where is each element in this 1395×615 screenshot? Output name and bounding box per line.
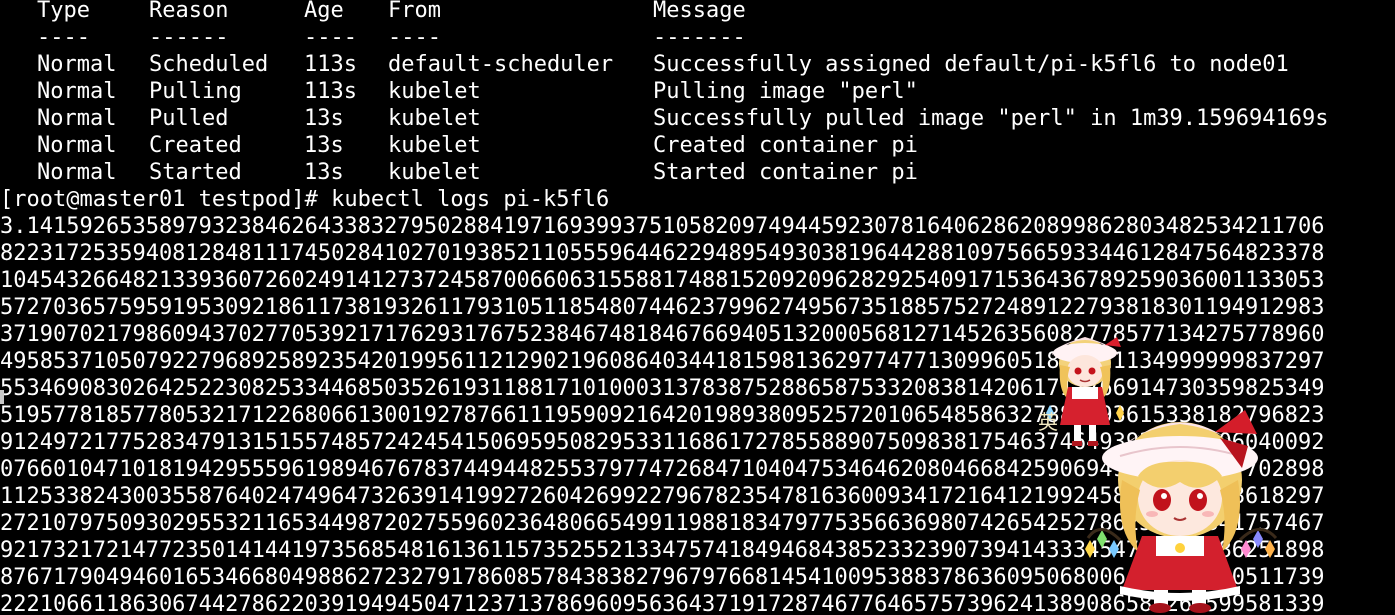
log-output-line: 3.14159265358979323846264338327950288419… bbox=[0, 214, 1325, 239]
shell-prompt[interactable]: [root@master01 testpod]# kubectl logs pi… bbox=[0, 186, 609, 213]
log-output-line: 5534690830264252230825334468503526193118… bbox=[0, 376, 1325, 401]
event-from: kubelet bbox=[388, 79, 481, 104]
separator-reason: ------ bbox=[149, 25, 229, 50]
event-from: kubelet bbox=[388, 133, 481, 158]
event-age: 113s bbox=[304, 52, 357, 77]
event-age: 13s bbox=[304, 133, 344, 158]
log-output-line: 2221066118630674427862203919494504712371… bbox=[0, 592, 1325, 615]
log-output-line: 4958537105079227968925892354201995611212… bbox=[0, 349, 1325, 374]
log-output-line: 1125338243003558764024749647326391419927… bbox=[0, 484, 1325, 509]
event-type: Normal bbox=[37, 79, 117, 104]
event-type: Normal bbox=[37, 106, 117, 131]
event-age: 113s bbox=[304, 79, 357, 104]
event-message: Pulling image "perl" bbox=[653, 79, 918, 104]
event-reason: Created bbox=[149, 133, 242, 158]
event-row: Normal Started 13s kubelet Started conta… bbox=[9, 159, 918, 186]
event-reason: Pulled bbox=[149, 106, 229, 131]
event-row: Normal Pulling 113s kubelet Pulling imag… bbox=[9, 78, 918, 105]
event-type: Normal bbox=[37, 160, 117, 185]
event-row: Normal Pulled 13s kubelet Successfully p… bbox=[9, 105, 1329, 132]
event-type: Normal bbox=[37, 133, 117, 158]
header-from: From bbox=[388, 0, 441, 23]
log-output-line: 8767179049460165346680498862723279178608… bbox=[0, 565, 1325, 590]
header-type: Type bbox=[37, 0, 90, 23]
event-from: kubelet bbox=[388, 106, 481, 131]
log-output-line: 0766010471018194295559619894676783744944… bbox=[0, 457, 1325, 482]
events-separator-row: ---- ------ ---- ---- ------- bbox=[9, 24, 746, 51]
log-output-line: 3719070217986094370277053921717629317675… bbox=[0, 322, 1325, 347]
event-age: 13s bbox=[304, 160, 344, 185]
header-reason: Reason bbox=[149, 0, 229, 23]
log-output-line: 9124972177528347913151557485724245415069… bbox=[0, 430, 1325, 455]
log-output-line: 2721079750930295532116534498720275596023… bbox=[0, 511, 1325, 536]
separator-age: ---- bbox=[304, 25, 357, 50]
event-reason: Pulling bbox=[149, 79, 242, 104]
scroll-marker bbox=[0, 390, 4, 404]
event-type: Normal bbox=[37, 52, 117, 77]
header-message: Message bbox=[653, 0, 746, 23]
event-age: 13s bbox=[304, 106, 344, 131]
separator-message: ------- bbox=[653, 25, 746, 50]
event-row: Normal Scheduled 113s default-scheduler … bbox=[9, 51, 1289, 78]
events-header-row: Type Reason Age From Message bbox=[9, 0, 746, 24]
separator-type: ---- bbox=[37, 25, 90, 50]
event-from: default-scheduler bbox=[388, 52, 614, 77]
terminal-window[interactable]: Type Reason Age From Message ---- ------… bbox=[0, 0, 1395, 615]
separator-from: ---- bbox=[388, 25, 441, 50]
event-message: Successfully assigned default/pi-k5fl6 t… bbox=[653, 52, 1289, 77]
log-output-line: 5727036575959195309218611738193261179310… bbox=[0, 295, 1325, 320]
log-output-line: 1045432664821339360726024914127372458700… bbox=[0, 268, 1325, 293]
event-message: Successfully pulled image "perl" in 1m39… bbox=[653, 106, 1329, 131]
event-reason: Started bbox=[149, 160, 242, 185]
event-row: Normal Created 13s kubelet Created conta… bbox=[9, 132, 918, 159]
log-output-line: 8223172535940812848111745028410270193852… bbox=[0, 241, 1325, 266]
event-from: kubelet bbox=[388, 160, 481, 185]
log-output-line: 9217321721477235014144197356854816136115… bbox=[0, 538, 1325, 563]
header-age: Age bbox=[304, 0, 344, 23]
log-output-line: 5195778185778053217122680661300192787661… bbox=[0, 403, 1325, 428]
event-message: Started container pi bbox=[653, 160, 918, 185]
event-reason: Scheduled bbox=[149, 52, 269, 77]
event-message: Created container pi bbox=[653, 133, 918, 158]
